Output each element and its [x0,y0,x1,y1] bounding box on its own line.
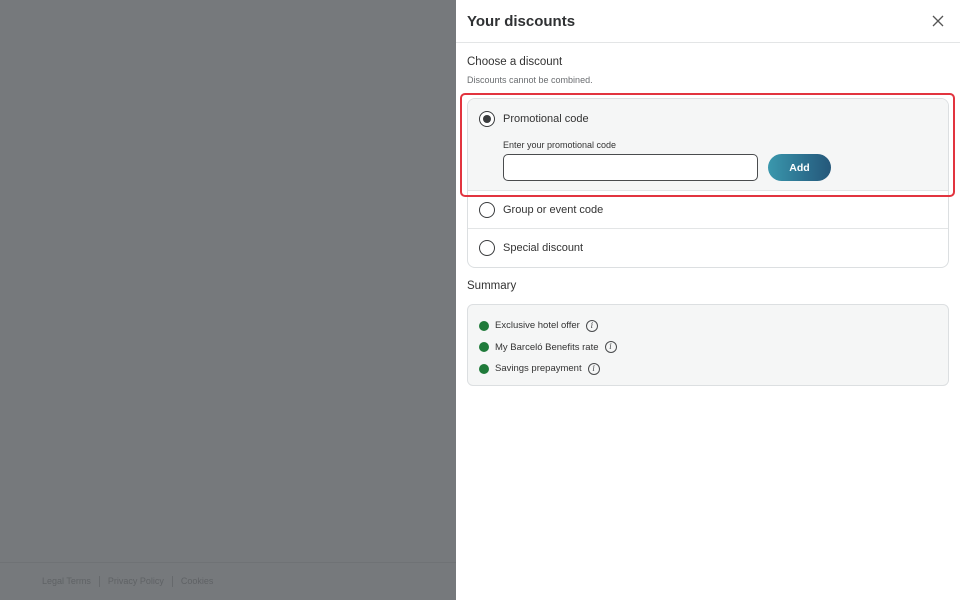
close-icon [932,15,944,27]
summary-box: Exclusive hotel offer i My Barceló Benef… [467,304,949,386]
radio-group-event-code[interactable] [479,201,495,218]
summary-item: Savings prepayment i [479,358,948,380]
summary-item: Exclusive hotel offer i [479,315,948,337]
option-group-event-code[interactable]: Group or event code [468,191,948,229]
summary-label: My Barceló Benefits rate [495,341,599,353]
add-button[interactable]: Add [768,154,831,181]
check-icon [479,363,489,374]
close-button[interactable] [928,11,948,31]
option-label-group-event-code: Group or event code [503,203,604,216]
discounts-panel: Your discounts Choose a discount Discoun… [456,0,960,600]
panel-title: Your discounts [467,12,576,30]
option-special-discount[interactable]: Special discount [468,229,948,267]
info-icon[interactable]: i [587,362,600,375]
choose-discount-title: Choose a discount [467,56,563,68]
check-icon [479,342,489,353]
summary-item: My Barceló Benefits rate i [479,337,948,359]
radio-special-discount[interactable] [479,240,495,256]
promo-code-hint: Enter your promotional code [503,140,617,150]
info-icon[interactable]: i [604,341,617,354]
footer-link-cookies[interactable]: Cookies [173,576,222,587]
discount-note: Discounts cannot be combined. [467,75,593,85]
option-label-special-discount: Special discount [503,242,584,254]
discount-options: Promotional code Enter your promotional … [467,98,949,268]
option-promotional-code[interactable]: Promotional code Enter your promotional … [468,99,948,191]
footer-link-privacy-policy[interactable]: Privacy Policy [100,576,173,587]
radio-selected-dot [483,115,491,123]
info-icon[interactable]: i [585,319,598,332]
page-overlay[interactable]: Legal Terms Privacy Policy Cookies [0,0,456,600]
summary-label: Exclusive hotel offer [495,320,580,332]
check-icon [479,320,489,331]
summary-label: Savings prepayment [495,363,582,375]
footer-links: Legal Terms Privacy Policy Cookies [0,562,456,600]
radio-promotional-code[interactable] [479,111,495,127]
option-label-promotional-code: Promotional code [503,113,589,125]
footer-link-legal-terms[interactable]: Legal Terms [40,576,100,587]
summary-title: Summary [467,280,517,292]
promo-code-input[interactable] [503,154,758,181]
panel-header: Your discounts [456,0,960,43]
